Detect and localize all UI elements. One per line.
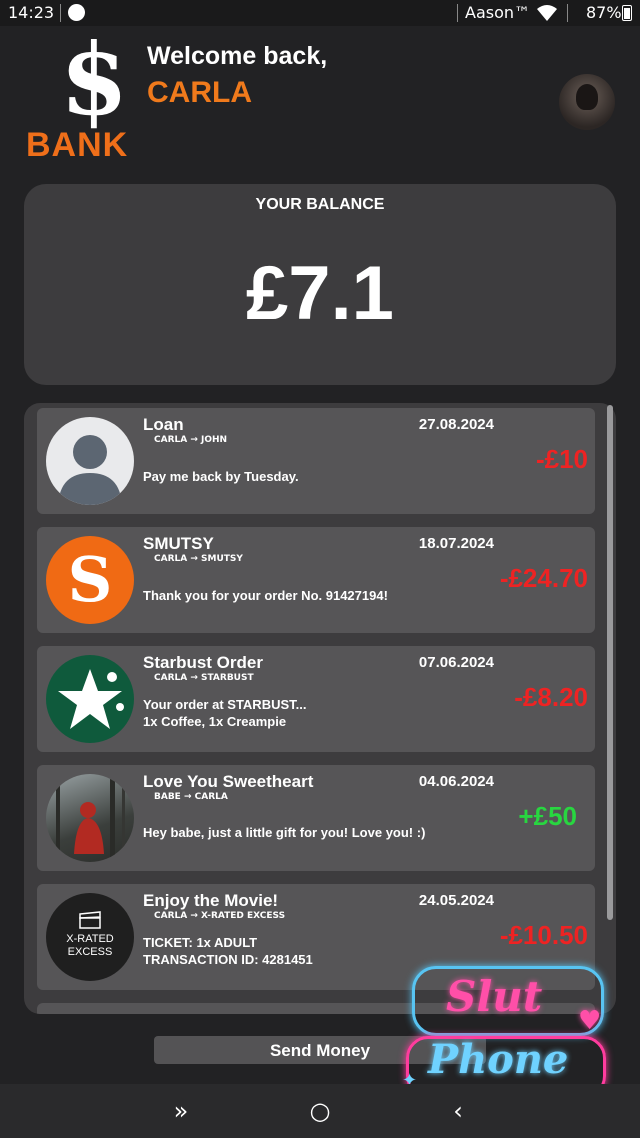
messenger-icon [68,4,85,21]
transaction-route: BABE → CARLA [154,792,228,802]
transaction-amount: -£10.50 [499,920,588,950]
transaction-date: 07.06.2024 [418,654,494,671]
transaction-title: SMUTSY [143,534,214,553]
transaction-route: CARLA → STARBUST [154,673,254,683]
status-divider [567,4,568,22]
transaction-message: Pay me back by Tuesday. [143,469,299,484]
transaction-date: 24.05.2024 [418,892,494,909]
back-icon[interactable]: ‹ [443,1096,473,1126]
starbust-logo-icon [46,655,134,743]
home-icon[interactable]: ○ [305,1096,335,1126]
smutsy-logo-icon: S [46,536,134,624]
transaction-message: Thank you for your order No. 91427194! [143,588,388,603]
heart-icon: ♥ [578,1006,602,1036]
transaction-route: CARLA → SMUTSY [154,554,243,564]
system-nav-bar: » ○ ‹ [0,1084,640,1138]
battery-icon [622,5,632,21]
transaction-scrollbar[interactable] [607,405,613,920]
transaction-message-line2: TRANSACTION ID: 4281451 [143,952,313,967]
watermark-line1: Slut [446,972,543,1021]
transaction-title: Starbust Order [143,653,263,672]
transaction-message: Your order at STARBUST... [143,697,307,712]
transaction-title: Enjoy the Movie! [143,891,279,910]
transaction-item[interactable]: Love You Sweetheart 04.06.2024 BABE → CA… [37,765,595,871]
transaction-item[interactable]: Loan 27.08.2024 CARLA → JOHN Pay me back… [37,408,595,514]
wifi-icon [537,5,557,21]
user-name: CARLA [147,76,252,109]
xrated-logo-line2: EXCESS [67,946,113,958]
balance-card: YOUR BALANCE £7.1 [24,184,616,385]
transaction-route: CARLA → X-RATED EXCESS [154,911,286,921]
logo-text: BANK [26,126,129,164]
status-divider [457,4,458,22]
transaction-message: Hey babe, just a little gift for you! Lo… [143,825,426,840]
slut-phone-watermark: Slut Phone ♥ ✦ [402,966,612,1100]
transaction-amount: -£8.20 [514,682,588,712]
transaction-date: 27.08.2024 [418,416,494,433]
recent-apps-icon[interactable]: » [166,1096,196,1126]
status-divider [60,4,61,22]
welcome-text: Welcome back, [147,42,328,70]
transaction-route: CARLA → JOHN [154,435,228,445]
balance-label: YOUR BALANCE [255,196,385,213]
status-time: 14:23 [8,3,55,22]
transaction-item[interactable]: S SMUTSY 18.07.2024 CARLA → SMUTSY Thank… [37,527,595,633]
transaction-date: 04.06.2024 [418,773,494,790]
carrier-name: Aason™ [465,3,531,22]
transaction-date: 18.07.2024 [418,535,494,552]
transaction-message: TICKET: 1x ADULT [143,935,258,950]
transaction-title: Loan [143,415,184,434]
transaction-item[interactable]: Starbust Order 07.06.2024 CARLA → STARBU… [37,646,595,752]
smutsy-letter: S [67,543,113,616]
transaction-list[interactable]: Loan 27.08.2024 CARLA → JOHN Pay me back… [24,403,616,1014]
transaction-title: Love You Sweetheart [143,772,314,791]
profile-avatar[interactable] [559,74,615,130]
transaction-amount: +£50 [518,801,577,831]
xrated-logo-line1: X-RATED [66,933,114,945]
transaction-amount: -£24.70 [499,563,588,593]
balance-value: £7.1 [246,251,394,336]
bank-logo: $ BANK [26,32,136,165]
battery-percent: 87% [586,3,622,22]
transaction-message-line2: 1x Coffee, 1x Creampie [143,714,287,729]
transaction-amount: -£10 [535,444,588,474]
clapperboard-icon [79,911,101,929]
photo-avatar-icon [46,774,134,862]
xrated-logo-icon: X-RATED EXCESS [46,893,134,981]
watermark-line2: Phone [428,1036,569,1083]
logo-dollar-symbol: $ [60,23,129,138]
person-placeholder-icon [46,417,134,505]
